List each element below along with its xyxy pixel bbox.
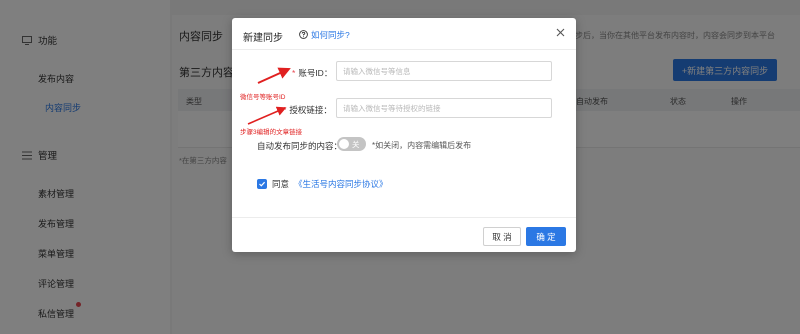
arrow-to-account-id	[257, 67, 291, 84]
annotation-auth: 步骤3编辑的文章链接	[240, 129, 303, 136]
annotation-account: 微信号等账号ID	[240, 94, 286, 101]
arrow-to-auth-link	[247, 106, 287, 125]
annotation-arrows	[247, 67, 291, 125]
